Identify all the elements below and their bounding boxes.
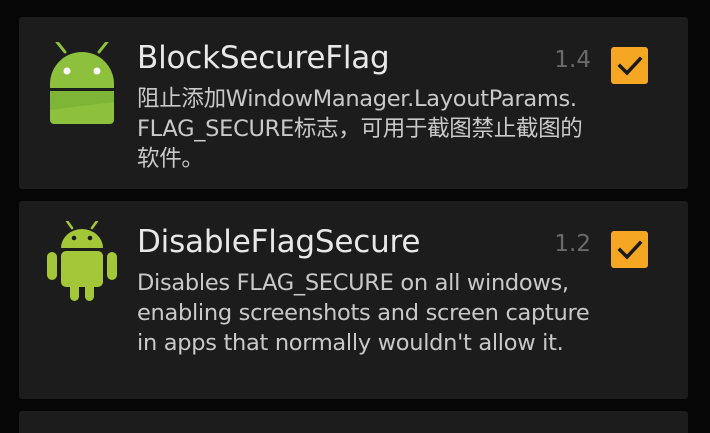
module-item-disableflagsecure[interactable]: DisableFlagSecure 1.2 Disables FLAG_SECU… <box>19 201 688 399</box>
android-flat-icon <box>45 42 119 124</box>
module-enable-checkbox[interactable] <box>611 47 648 84</box>
module-enable-checkbox[interactable] <box>611 231 648 268</box>
module-item-next[interactable] <box>19 411 688 433</box>
module-list: BlockSecureFlag 1.4 阻止添加WindowManager.La… <box>0 0 710 433</box>
module-version: 1.2 <box>554 231 591 257</box>
module-title: BlockSecureFlag <box>137 40 390 76</box>
module-description: 阻止添加WindowManager.LayoutParams.FLAG_SECU… <box>137 86 583 172</box>
checkmark-icon <box>617 56 643 76</box>
module-title: DisableFlagSecure <box>137 224 421 260</box>
module-description: Disables FLAG_SECURE on all windows, ena… <box>137 270 590 356</box>
module-item-blocksecureflag[interactable]: BlockSecureFlag 1.4 阻止添加WindowManager.La… <box>19 17 688 189</box>
android-robot-icon <box>45 221 119 303</box>
checkmark-icon <box>617 240 643 260</box>
module-version: 1.4 <box>554 47 591 73</box>
